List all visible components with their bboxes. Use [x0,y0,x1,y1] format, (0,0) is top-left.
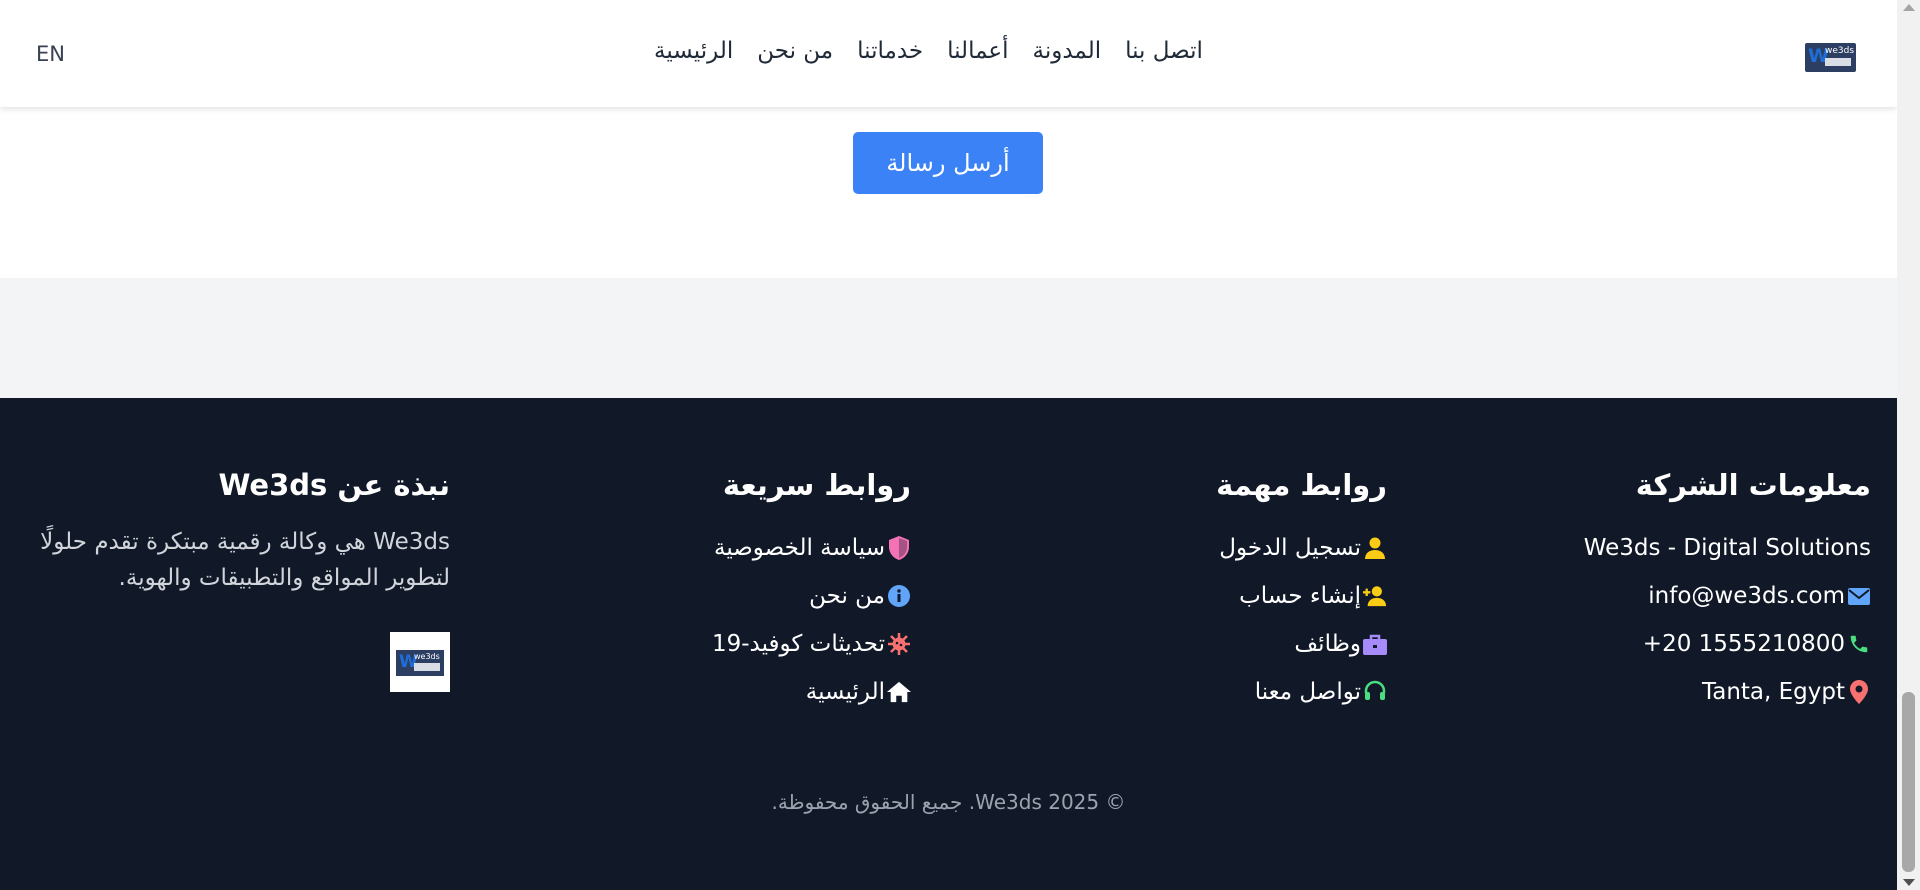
info-icon [887,584,911,608]
link-register[interactable]: إنشاء حساب [1216,572,1387,620]
nav-item-portfolio[interactable]: أعمالنا [947,38,1008,64]
headset-icon [1363,680,1387,704]
nav-item-blog[interactable]: المدونة [1032,38,1101,64]
home-icon [887,680,911,704]
about-title: نبذة عن We3ds [218,468,450,502]
company-email[interactable]: info@we3ds.com [1584,572,1871,620]
top-navbar: EN الرئيسية من نحن خدماتنا أعمالنا المدو… [0,0,1897,107]
nav-item-home[interactable]: الرئيسية [654,38,733,64]
page-scrollbar[interactable] [1897,0,1920,890]
shield-icon [887,536,911,560]
link-about[interactable]: من نحن [712,572,911,620]
company-location: Tanta, Egypt [1584,668,1871,716]
nav-item-contact[interactable]: اتصل بنا [1125,38,1203,64]
site-footer: معلومات الشركة We3ds - Digital Solutions… [0,398,1897,890]
nav-item-services[interactable]: خدماتنا [857,38,923,64]
link-privacy[interactable]: سياسة الخصوصية [712,524,911,572]
quick-links-title: روابط سريعة [722,468,911,502]
virus-icon [887,632,911,656]
company-phone[interactable]: 1555210800 20+ [1584,620,1871,668]
send-message-button[interactable]: أرسل رسالة [853,132,1043,194]
link-login[interactable]: تسجيل الدخول [1216,524,1387,572]
about-text: We3ds هي وكالة رقمية مبتكرة تقدم حلولًا … [40,529,450,591]
phone-icon [1847,632,1871,656]
footer-company-info: معلومات الشركة We3ds - Digital Solutions… [1584,468,1871,716]
company-name: We3ds - Digital Solutions [1583,535,1871,561]
main-nav: الرئيسية من نحن خدماتنا أعمالنا المدونة … [654,38,1203,64]
map-pin-icon [1847,680,1871,704]
page: EN الرئيسية من نحن خدماتنا أعمالنا المدو… [0,0,1897,890]
link-covid[interactable]: تحديثات كوفيد-19 [712,620,911,668]
link-jobs[interactable]: وظائف [1216,620,1387,668]
user-plus-icon [1363,584,1387,608]
scroll-up-icon[interactable] [1903,4,1915,11]
link-home[interactable]: الرئيسية [712,668,911,716]
nav-item-about[interactable]: من نحن [757,38,833,64]
link-contact-us[interactable]: تواصل معنا [1216,668,1387,716]
language-toggle[interactable]: EN [36,42,65,66]
scroll-down-icon[interactable] [1903,879,1915,886]
company-info-title: معلومات الشركة [1635,468,1871,502]
site-logo[interactable]: W we3ds [1805,43,1856,72]
copyright-text: © We3ds 2025. جميع الحقوق محفوظة. [771,790,1126,814]
footer-about: نبذة عن We3ds We3ds هي وكالة رقمية مبتكر… [20,468,450,596]
user-icon [1363,536,1387,560]
spacer-section [0,278,1897,398]
footer-logo-text: we3ds [414,652,440,661]
important-links-title: روابط مهمة [1216,468,1387,502]
footer-quick-links: روابط سريعة سياسة الخصوصية من نحن تحديثا… [712,468,911,716]
envelope-icon [1847,584,1871,608]
scrollbar-thumb[interactable] [1902,692,1915,872]
footer-logo[interactable]: W we3ds [390,632,450,692]
footer-important-links: روابط مهمة تسجيل الدخول إنشاء حساب وظائف [1216,468,1387,716]
logo-text: we3ds [1825,46,1855,56]
briefcase-icon [1363,632,1387,656]
